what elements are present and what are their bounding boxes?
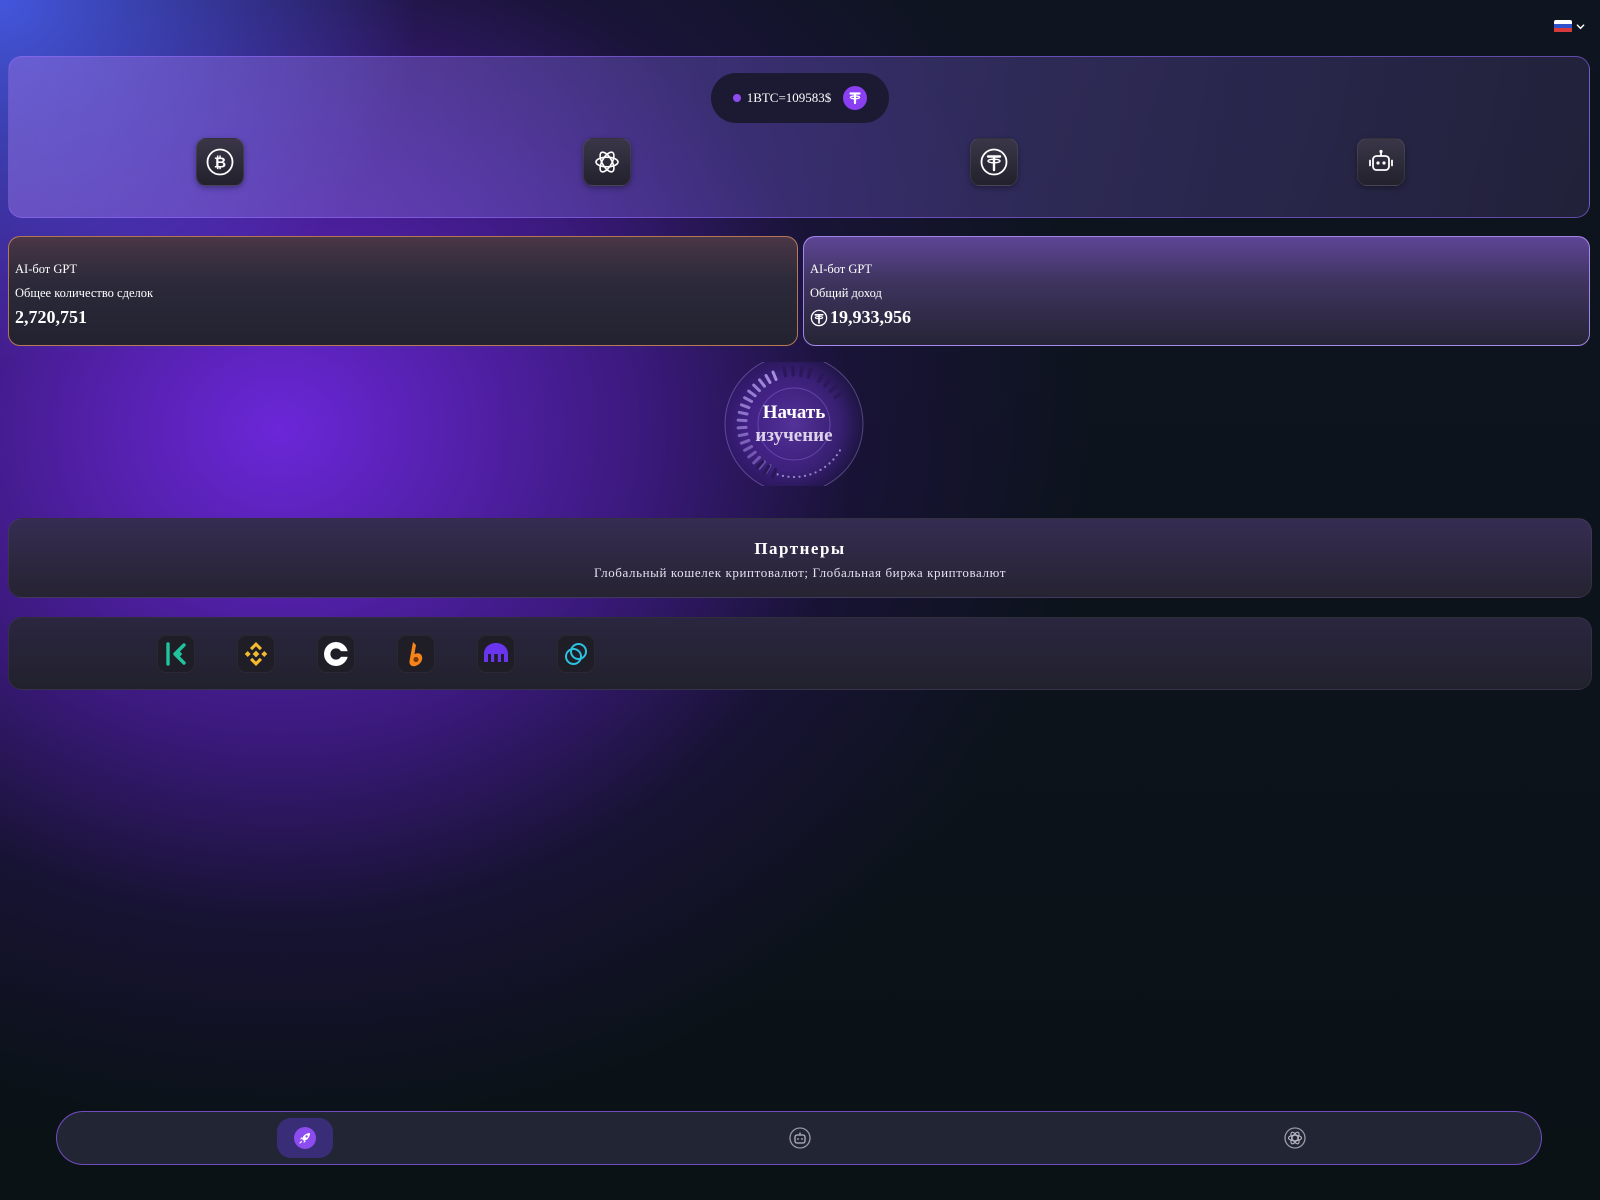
svg-text:₿: ₿ bbox=[214, 154, 226, 172]
start-button-line1: Начать bbox=[762, 402, 826, 423]
tether-icon bbox=[810, 309, 828, 326]
openai-icon bbox=[1284, 1127, 1306, 1149]
btc-rate-pill: 1BTC=109583$ bbox=[711, 73, 889, 123]
nav-home-button[interactable] bbox=[277, 1118, 333, 1158]
robot-tile[interactable] bbox=[1357, 138, 1405, 186]
openai-tile[interactable] bbox=[583, 138, 631, 186]
bitcoin-icon: ₿ bbox=[206, 148, 234, 176]
partners-title: Партнеры bbox=[754, 539, 846, 558]
total-income-row: 19,933,956 bbox=[810, 307, 1583, 328]
rocket-icon bbox=[294, 1127, 316, 1149]
bitget-logo-icon bbox=[409, 642, 423, 667]
bitget-logo[interactable] bbox=[397, 635, 435, 673]
metric-label: Общий доход bbox=[810, 286, 882, 300]
coinbase-logo[interactable] bbox=[317, 635, 355, 673]
nav-robot-button[interactable] bbox=[780, 1118, 820, 1158]
binance-logo-icon bbox=[244, 642, 268, 666]
tether-icon bbox=[843, 86, 868, 110]
robot-icon bbox=[1369, 149, 1393, 171]
bitcoin-tile[interactable]: ₿ bbox=[196, 138, 244, 186]
metric-label: Общее количество сделок bbox=[15, 286, 154, 300]
partners-panel: Партнеры Глобальный кошелек криптовалют;… bbox=[8, 518, 1592, 598]
btc-rate-text: 1BTC=109583$ bbox=[746, 90, 832, 105]
tether-tile[interactable] bbox=[970, 138, 1018, 186]
start-learning-button[interactable]: Начать изучение bbox=[724, 362, 864, 486]
kraken-logo[interactable] bbox=[477, 635, 515, 673]
total-trades-card: AI-бот GPT Общее количество сделок 2,720… bbox=[8, 236, 798, 346]
robot-icon bbox=[789, 1127, 811, 1149]
total-income-card: AI-бот GPT Общий доход 19,933,956 bbox=[803, 236, 1590, 346]
openai-icon bbox=[595, 151, 619, 173]
bot-label: AI-бот GPT bbox=[15, 262, 77, 276]
total-income-value: 19,933,956 bbox=[830, 307, 911, 327]
kucoin-logo[interactable] bbox=[157, 635, 195, 673]
binance-logo[interactable] bbox=[237, 635, 275, 673]
live-dot bbox=[732, 94, 741, 102]
ru-flag-icon bbox=[1554, 19, 1572, 33]
gemini-logo[interactable] bbox=[557, 635, 595, 673]
chevron-down-icon bbox=[1576, 23, 1585, 29]
bot-label: AI-бот GPT bbox=[810, 262, 872, 276]
start-button-line2: изучение bbox=[755, 425, 833, 446]
kucoin-logo-icon bbox=[166, 642, 186, 666]
tether-icon bbox=[980, 148, 1008, 176]
kraken-logo-icon bbox=[484, 643, 508, 662]
coinbase-logo-icon bbox=[324, 642, 349, 666]
partners-subtitle: Глобальный кошелек криптовалют; Глобальн… bbox=[593, 565, 1007, 580]
language-selector[interactable] bbox=[1554, 16, 1594, 36]
total-trades-value: 2,720,751 bbox=[15, 307, 87, 327]
nav-gpt-button[interactable] bbox=[1275, 1118, 1315, 1158]
gemini-logo-icon bbox=[565, 643, 587, 665]
